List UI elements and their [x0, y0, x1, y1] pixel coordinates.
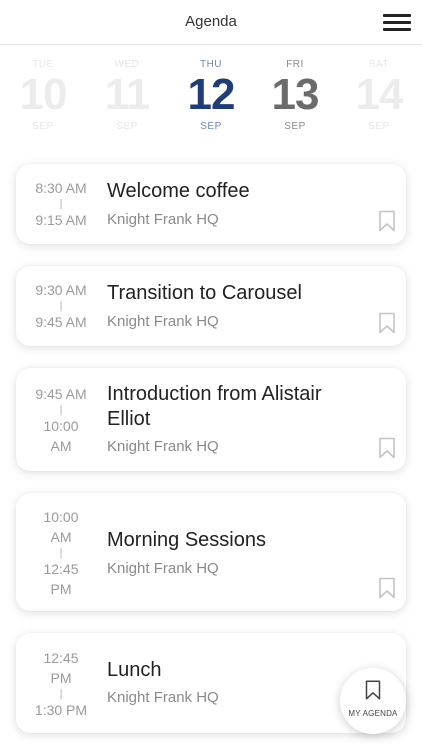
time-range: 12:45 PM | 1:30 PM [16, 648, 106, 720]
bookmark-icon[interactable] [378, 577, 396, 599]
my-agenda-button[interactable]: MY AGENDA [340, 668, 406, 734]
end-time: 1:30 PM [34, 702, 88, 718]
date-item-wed[interactable]: WED 11 SEP [87, 58, 167, 134]
time-separator: | [59, 300, 63, 312]
start-time: 8:30 AM [35, 180, 87, 196]
date-item-sat[interactable]: SAT 14 SEP [339, 58, 419, 134]
month-label: SEP [116, 121, 138, 132]
bookmark-icon [365, 680, 381, 700]
month-label: SEP [32, 121, 54, 132]
time-range: 8:30 AM | 9:15 AM [16, 178, 106, 230]
time-separator: | [59, 404, 63, 416]
event-title: Welcome coffee [107, 180, 250, 202]
event-title: Morning Sessions [107, 529, 266, 551]
time-range: 10:00 AM | 12:45 PM [16, 507, 106, 599]
date-item-tue[interactable]: TUE 10 SEP [3, 58, 83, 134]
agenda-item[interactable]: 8:30 AM | 9:15 AM Welcome coffee Knight … [16, 164, 406, 244]
date-selector: TUE 10 SEP WED 11 SEP THU 12 SEP FRI 13 … [0, 58, 422, 142]
start-time: 12:45 PM [43, 650, 79, 686]
event-location: Knight Frank HQ [107, 689, 219, 706]
agenda-item[interactable]: 9:45 AM | 10:00 AM Introduction from Ali… [16, 368, 406, 471]
month-label: SEP [368, 121, 390, 132]
time-range: 9:30 AM | 9:45 AM [16, 280, 106, 332]
event-location: Knight Frank HQ [107, 313, 219, 330]
end-time: 9:45 AM [35, 314, 87, 330]
end-time: 12:45 PM [43, 561, 79, 597]
bookmark-icon[interactable] [378, 437, 396, 459]
app-header: Agenda [0, 0, 422, 45]
bookmark-icon[interactable] [378, 210, 396, 232]
time-separator: | [59, 688, 63, 700]
start-time: 9:30 AM [35, 282, 87, 298]
day-number: 13 [271, 70, 320, 119]
time-separator: | [59, 198, 63, 210]
date-item-thu[interactable]: THU 12 SEP [171, 58, 251, 134]
time-range: 9:45 AM | 10:00 AM [16, 384, 106, 456]
event-location: Knight Frank HQ [107, 560, 219, 577]
event-location: Knight Frank HQ [107, 211, 219, 228]
month-label: SEP [284, 121, 306, 132]
bookmark-icon[interactable] [378, 312, 396, 334]
day-number: 14 [355, 70, 404, 119]
day-number: 11 [104, 70, 151, 119]
hamburger-menu-icon[interactable] [383, 12, 413, 34]
agenda-item[interactable]: 10:00 AM | 12:45 PM Morning Sessions Kni… [16, 493, 406, 611]
start-time: 9:45 AM [35, 386, 87, 402]
date-item-fri[interactable]: FRI 13 SEP [255, 58, 335, 134]
month-label: SEP [200, 121, 222, 132]
day-number: 12 [187, 70, 236, 119]
time-separator: | [59, 547, 63, 559]
start-time: 10:00 AM [43, 509, 79, 545]
event-location: Knight Frank HQ [107, 438, 219, 455]
event-title: Transition to Carousel [107, 282, 302, 304]
end-time: 9:15 AM [35, 212, 87, 228]
my-agenda-label: MY AGENDA [348, 709, 398, 718]
day-number: 10 [19, 70, 68, 119]
agenda-item[interactable]: 9:30 AM | 9:45 AM Transition to Carousel… [16, 266, 406, 346]
event-title: Introduction from Alistair Elliot [107, 383, 322, 430]
event-title: Lunch [107, 659, 162, 681]
end-time: 10:00 AM [43, 418, 79, 454]
page-title: Agenda [185, 13, 237, 30]
